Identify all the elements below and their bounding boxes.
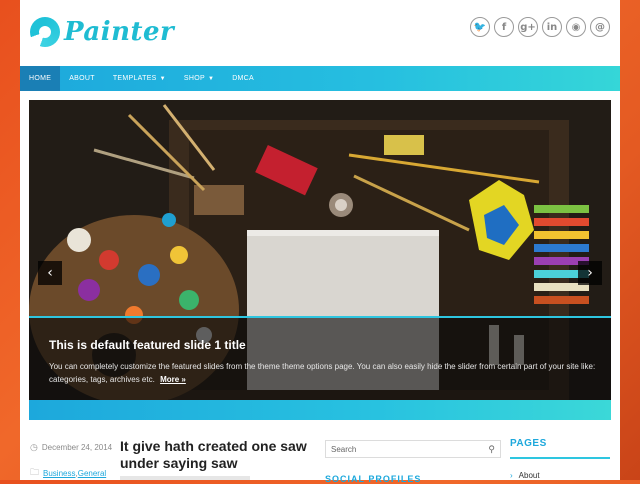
- linkedin-icon[interactable]: in: [542, 17, 562, 37]
- folder-icon: 🗀: [30, 467, 40, 477]
- nav-item-home[interactable]: HOME: [20, 66, 61, 91]
- post-title-divider: [120, 476, 250, 480]
- nav-label-dmca: DMCA: [232, 75, 254, 82]
- logo-text: Painter: [64, 17, 175, 47]
- slide-description: You can completely customize the feature…: [49, 360, 599, 386]
- google-plus-icon[interactable]: g+: [518, 17, 538, 37]
- post-title[interactable]: It give hath created one saw under sayin…: [120, 438, 310, 472]
- pages-item-label: About: [518, 471, 540, 480]
- nav-item-templates[interactable]: TEMPLATES ▼: [104, 66, 175, 91]
- email-icon[interactable]: @: [590, 17, 610, 37]
- pages-heading: PAGES: [510, 438, 547, 449]
- page: Painter 🐦 f g+ in ◉ @ HOME ABOUT TEMPLAT…: [20, 0, 620, 484]
- nav-item-shop[interactable]: SHOP ▼: [175, 66, 223, 91]
- nav-label-about: ABOUT: [69, 75, 95, 82]
- more-link[interactable]: More »: [160, 375, 186, 384]
- category-link-general[interactable]: General: [78, 469, 106, 478]
- clock-icon: ◷: [30, 441, 38, 452]
- slider-prev-button[interactable]: ‹: [38, 261, 62, 285]
- slider-bottom-band: [29, 400, 611, 420]
- rss-icon[interactable]: ◉: [566, 17, 586, 37]
- main-nav: HOME ABOUT TEMPLATES ▼ SHOP ▼ DMCA: [20, 66, 620, 91]
- post-meta: ◷ December 24, 2014 🗀 Business , General: [30, 441, 114, 479]
- search-placeholder: Search: [331, 444, 357, 454]
- nav-item-about[interactable]: ABOUT: [60, 66, 104, 91]
- chevron-right-icon: ›: [510, 471, 513, 480]
- category-link-business[interactable]: Business: [43, 469, 75, 478]
- slider-next-button[interactable]: ›: [578, 261, 602, 285]
- slide-caption: This is default featured slide 1 title Y…: [29, 316, 611, 400]
- search-input[interactable]: Search ⚲: [325, 440, 501, 458]
- chevron-down-icon: ▼: [159, 75, 166, 82]
- nav-label-templates: TEMPLATES: [112, 75, 157, 82]
- featured-slider: ‹ › This is default featured slide 1 tit…: [29, 100, 611, 400]
- twitter-icon[interactable]: 🐦: [470, 17, 490, 37]
- pages-item-about[interactable]: › About: [510, 471, 540, 480]
- social-links: 🐦 f g+ in ◉ @: [470, 17, 610, 37]
- slide-title[interactable]: This is default featured slide 1 title: [49, 338, 246, 352]
- facebook-icon[interactable]: f: [494, 17, 514, 37]
- site-header: Painter 🐦 f g+ in ◉ @: [20, 0, 620, 66]
- post-date-text: December 24, 2014: [41, 442, 113, 452]
- site-logo[interactable]: Painter: [30, 12, 174, 52]
- post-categories: 🗀 Business , General: [30, 467, 114, 479]
- post-date: ◷ December 24, 2014: [30, 441, 114, 453]
- social-profiles-heading: SOCIAL PROFILES: [325, 474, 422, 484]
- search-icon[interactable]: ⚲: [488, 444, 495, 455]
- logo-icon: [30, 17, 60, 47]
- nav-item-dmca[interactable]: DMCA: [223, 66, 263, 91]
- pages-heading-rule: [510, 457, 610, 459]
- slide-text: You can completely customize the feature…: [49, 362, 596, 384]
- chevron-down-icon: ▼: [207, 75, 215, 82]
- nav-label-shop: SHOP: [183, 75, 205, 82]
- nav-label-home: HOME: [29, 75, 52, 82]
